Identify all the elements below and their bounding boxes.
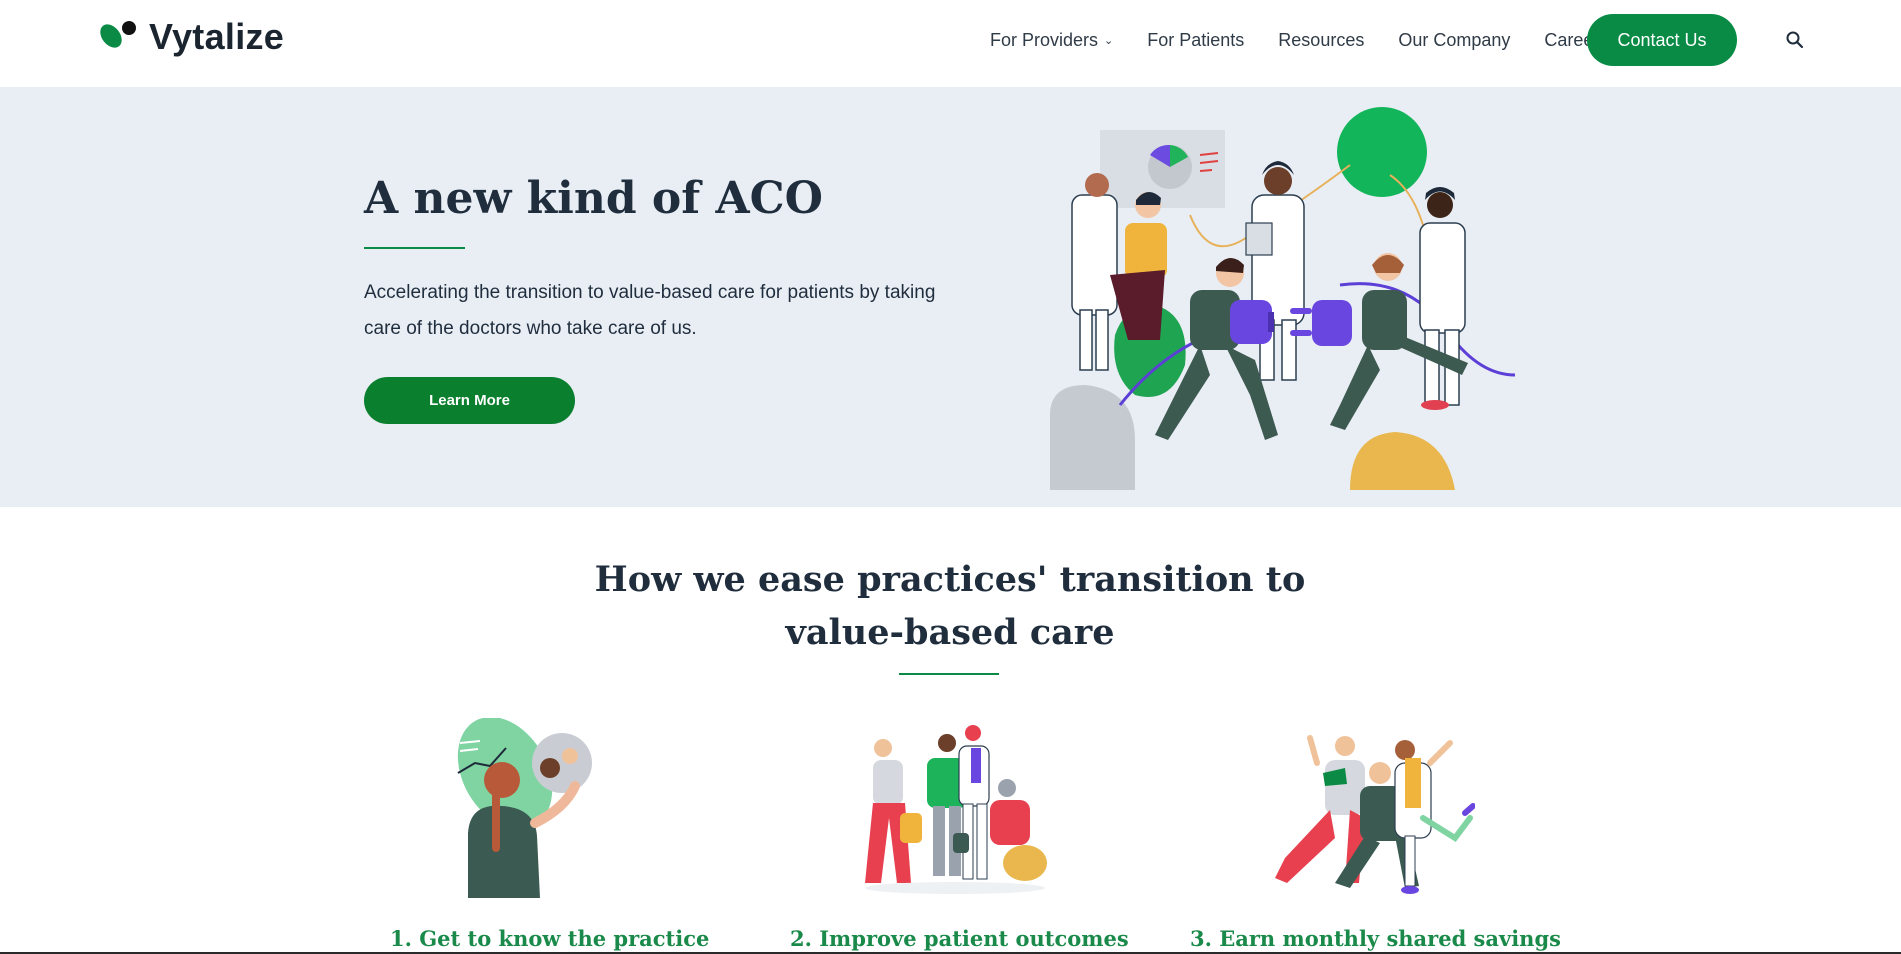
section-title-line1: How we ease practices' transition to — [594, 559, 1306, 600]
card-3-title: 3. Earn monthly shared savings — [1190, 926, 1561, 951]
hero-section: A new kind of ACO Accelerating the trans… — [0, 87, 1901, 507]
nav-for-patients[interactable]: For Patients — [1147, 30, 1244, 51]
learn-more-button[interactable]: Learn More — [364, 377, 575, 424]
section-title: How we ease practices' transition to val… — [550, 553, 1350, 659]
card-1-title: 1. Get to know the practice — [390, 926, 710, 951]
hero-description: Accelerating the transition to value-bas… — [364, 282, 936, 339]
section-title-line2: value-based care — [785, 612, 1115, 653]
logo[interactable]: Vytalize — [98, 18, 284, 56]
chevron-down-icon: ⌄ — [1104, 34, 1114, 47]
nav-resources[interactable]: Resources — [1278, 30, 1364, 51]
section-divider — [899, 673, 999, 675]
hero-divider — [364, 247, 465, 249]
nav-for-providers-label: For Providers — [990, 29, 1099, 50]
card-2-title: 2. Improve patient outcomes — [790, 926, 1129, 951]
card-3-illustration — [1275, 735, 1475, 894]
search-icon[interactable] — [1784, 29, 1806, 51]
card-1-illustration — [457, 718, 592, 898]
site-header: Vytalize For Providers ⌄ For Patients Re… — [0, 0, 1901, 87]
logo-text: Vytalize — [149, 16, 285, 57]
hero-illustration — [1050, 107, 1515, 490]
nav-our-company[interactable]: Our Company — [1398, 30, 1510, 51]
main-nav: For Providers ⌄ For Patients Resources O… — [990, 14, 1642, 66]
nav-for-providers[interactable]: For Providers ⌄ — [990, 30, 1113, 51]
contact-us-button[interactable]: Contact Us — [1587, 14, 1737, 66]
hero-title: A new kind of ACO — [364, 173, 823, 224]
logo-mark-icon — [100, 21, 136, 48]
card-2-illustration — [865, 725, 1047, 894]
